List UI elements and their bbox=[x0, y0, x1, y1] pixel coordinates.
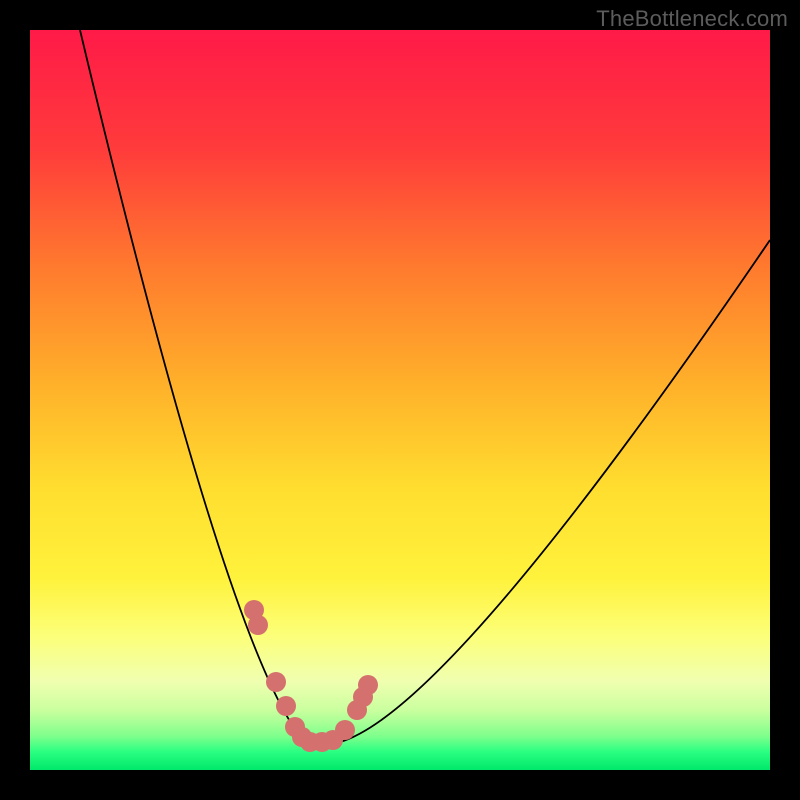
data-marker bbox=[358, 675, 378, 695]
data-marker bbox=[248, 615, 268, 635]
curve-layer bbox=[30, 30, 770, 770]
data-marker bbox=[266, 672, 286, 692]
data-marker bbox=[276, 696, 296, 716]
data-marker bbox=[335, 720, 355, 740]
curve-right bbox=[340, 240, 770, 742]
chart-frame: TheBottleneck.com bbox=[0, 0, 800, 800]
watermark-text: TheBottleneck.com bbox=[596, 6, 788, 32]
curve-left bbox=[80, 30, 305, 742]
plot-area bbox=[30, 30, 770, 770]
markers-group bbox=[244, 600, 378, 752]
